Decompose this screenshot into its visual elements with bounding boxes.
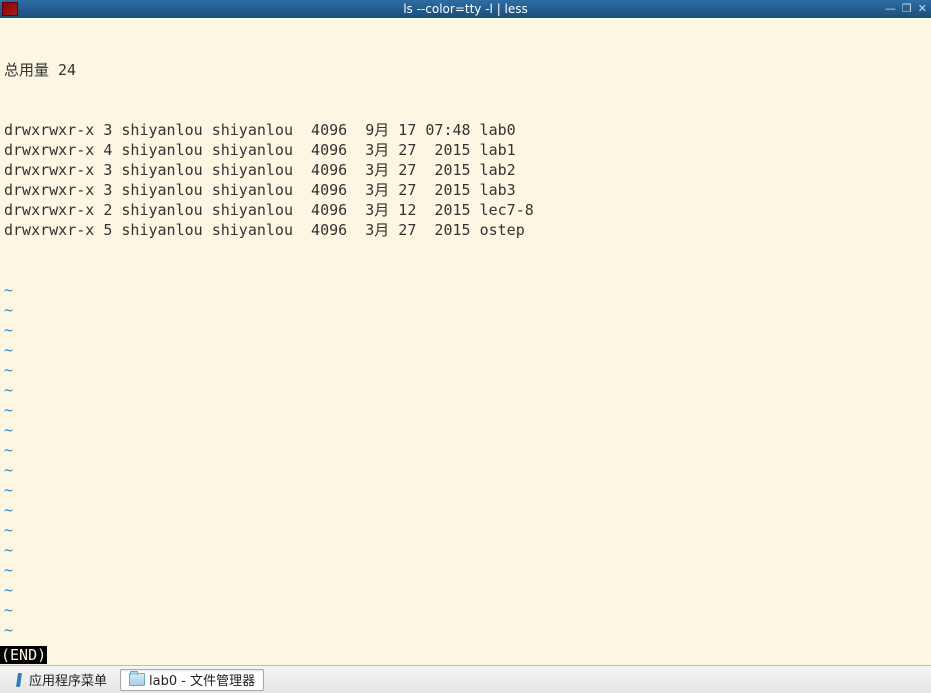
file-listing: drwxrwxr-x 3 shiyanlou shiyanlou 4096 9月… — [4, 120, 927, 240]
empty-line-tilde: ~ — [4, 380, 927, 400]
xfce-menu-icon — [13, 673, 25, 687]
file-entry: drwxrwxr-x 5 shiyanlou shiyanlou 4096 3月… — [4, 220, 927, 240]
empty-line-tilde: ~ — [4, 560, 927, 580]
minimize-button[interactable]: — — [885, 2, 896, 16]
close-button[interactable]: ✕ — [918, 2, 927, 16]
empty-line-tilde: ~ — [4, 400, 927, 420]
empty-line-tilde: ~ — [4, 580, 927, 600]
terminal-pane[interactable]: 总用量 24 drwxrwxr-x 3 shiyanlou shiyanlou … — [0, 18, 931, 665]
empty-line-tilde: ~ — [4, 660, 927, 665]
file-entry: drwxrwxr-x 3 shiyanlou shiyanlou 4096 9月… — [4, 120, 927, 140]
taskbar-window-label: lab0 - 文件管理器 — [149, 670, 255, 689]
empty-line-tilde: ~ — [4, 600, 927, 620]
empty-line-tilde: ~ — [4, 320, 927, 340]
total-line: 总用量 24 — [4, 60, 927, 80]
file-entry: drwxrwxr-x 3 shiyanlou shiyanlou 4096 3月… — [4, 180, 927, 200]
terminal-icon — [2, 2, 18, 16]
empty-line-tilde: ~ — [4, 540, 927, 560]
empty-line-tilde: ~ — [4, 460, 927, 480]
window-title: ls --color=tty -l | less — [403, 2, 528, 16]
folder-icon — [129, 673, 145, 686]
empty-line-tilde: ~ — [4, 440, 927, 460]
file-entry: drwxrwxr-x 3 shiyanlou shiyanlou 4096 3月… — [4, 160, 927, 180]
empty-line-tilde: ~ — [4, 300, 927, 320]
tilde-fill: ~~~~~~~~~~~~~~~~~~~~~~~~ — [4, 280, 927, 665]
file-entry: drwxrwxr-x 4 shiyanlou shiyanlou 4096 3月… — [4, 140, 927, 160]
empty-line-tilde: ~ — [4, 420, 927, 440]
empty-line-tilde: ~ — [4, 500, 927, 520]
applications-menu-label: 应用程序菜单 — [29, 670, 107, 689]
maximize-button[interactable]: ❐ — [902, 2, 912, 16]
pager-status: (END) — [0, 645, 47, 665]
empty-line-tilde: ~ — [4, 280, 927, 300]
empty-line-tilde: ~ — [4, 480, 927, 500]
empty-line-tilde: ~ — [4, 340, 927, 360]
window-titlebar: ls --color=tty -l | less — ❐ ✕ — [0, 0, 931, 18]
empty-line-tilde: ~ — [4, 360, 927, 380]
applications-menu-button[interactable]: 应用程序菜单 — [4, 669, 116, 691]
empty-line-tilde: ~ — [4, 520, 927, 540]
taskbar-window-button[interactable]: lab0 - 文件管理器 — [120, 669, 264, 691]
empty-line-tilde: ~ — [4, 620, 927, 640]
file-entry: drwxrwxr-x 2 shiyanlou shiyanlou 4096 3月… — [4, 200, 927, 220]
taskbar: 应用程序菜单 lab0 - 文件管理器 — [0, 665, 931, 693]
window-controls: — ❐ ✕ — [885, 2, 931, 16]
empty-line-tilde: ~ — [4, 640, 927, 660]
